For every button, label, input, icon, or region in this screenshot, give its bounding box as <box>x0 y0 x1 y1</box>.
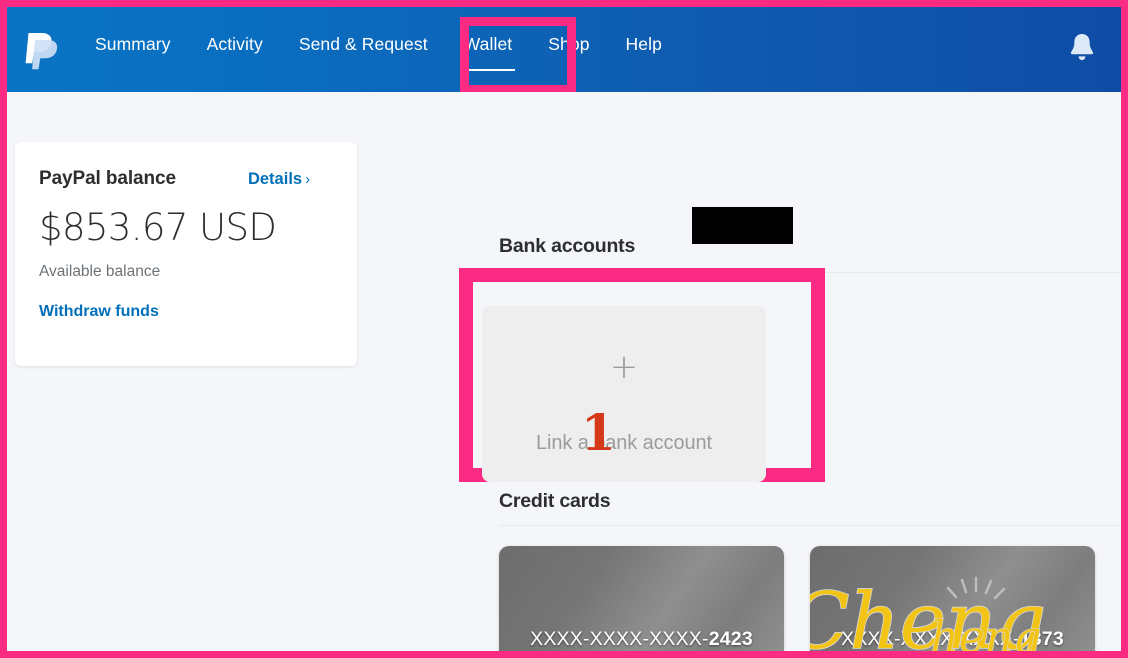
active-underline <box>460 69 515 71</box>
wallet-right-column: Bank accounts + Link a bank account 1 Cr… <box>459 92 1121 651</box>
credit-card-tile[interactable]: XXXX-XXXX-XXXX-2423 MasterCard <box>499 546 784 651</box>
card-number: XXXX-XXXX-XXXX-1373 <box>810 628 1095 651</box>
balance-details-link[interactable]: Details › <box>248 170 310 189</box>
balance-amount: $853.67 USD <box>39 206 277 249</box>
nav-item-wallet[interactable]: Wallet <box>446 33 531 71</box>
link-bank-account-label: Link a bank account <box>535 431 712 454</box>
balance-subtitle: Available balance <box>39 263 161 280</box>
nav-label: Help <box>625 34 662 54</box>
link-bank-account-tile[interactable]: + Link a bank account <box>482 306 766 482</box>
credit-section-divider <box>499 525 1121 526</box>
plus-icon: + <box>609 346 639 387</box>
card-number: XXXX-XXXX-XXXX-2423 <box>499 628 784 651</box>
nav-item-send-request[interactable]: Send & Request <box>281 33 446 55</box>
nav-label: Summary <box>95 34 171 54</box>
nav-item-help[interactable]: Help <box>608 33 680 55</box>
nav-item-summary[interactable]: Summary <box>83 33 189 55</box>
card-number-masked: XXXX-XXXX-XXXX- <box>841 628 1020 650</box>
nav-item-activity[interactable]: Activity <box>189 33 281 55</box>
card-last4: 1373 <box>1019 628 1064 650</box>
balance-card-header: PayPal balance Details › <box>39 168 333 190</box>
nav-label: Activity <box>206 34 263 54</box>
paypal-logo-icon[interactable] <box>21 29 61 73</box>
bank-accounts-heading: Bank accounts <box>499 235 636 257</box>
paypal-wallet-page: Summary Activity Send & Request Wallet S… <box>0 0 1128 658</box>
top-navigation-bar: Summary Activity Send & Request Wallet S… <box>7 7 1121 92</box>
card-last4: 2423 <box>708 628 753 650</box>
notification-bell-icon[interactable] <box>1067 31 1097 67</box>
card-number-masked: XXXX-XXXX-XXXX- <box>530 628 709 650</box>
nav-label: Shop <box>548 34 590 54</box>
nav-label: Wallet <box>463 34 513 54</box>
credit-cards-heading: Credit cards <box>499 490 611 512</box>
withdraw-funds-link[interactable]: Withdraw funds <box>39 303 159 321</box>
redacted-black-box <box>692 207 793 244</box>
nav-items: Summary Activity Send & Request Wallet S… <box>83 33 680 71</box>
link-bank-highlight-box: + Link a bank account <box>459 268 825 482</box>
nav-item-shop[interactable]: Shop <box>530 33 607 55</box>
balance-title: PayPal balance <box>39 168 176 189</box>
wallet-content: PayPal balance Details › $853.67 USD Avai… <box>7 92 1121 651</box>
paypal-balance-card: PayPal balance Details › $853.67 USD Avai… <box>15 142 357 366</box>
chevron-right-icon: › <box>305 171 311 188</box>
details-label: Details <box>247 170 303 188</box>
credit-cards-row: XXXX-XXXX-XXXX-2423 MasterCard XXXX-XXXX… <box>499 546 1095 651</box>
credit-card-tile[interactable]: XXXX-XXXX-XXXX-1373 Cheng heng .vn <box>810 546 1095 651</box>
nav-label: Send & Request <box>298 34 428 54</box>
